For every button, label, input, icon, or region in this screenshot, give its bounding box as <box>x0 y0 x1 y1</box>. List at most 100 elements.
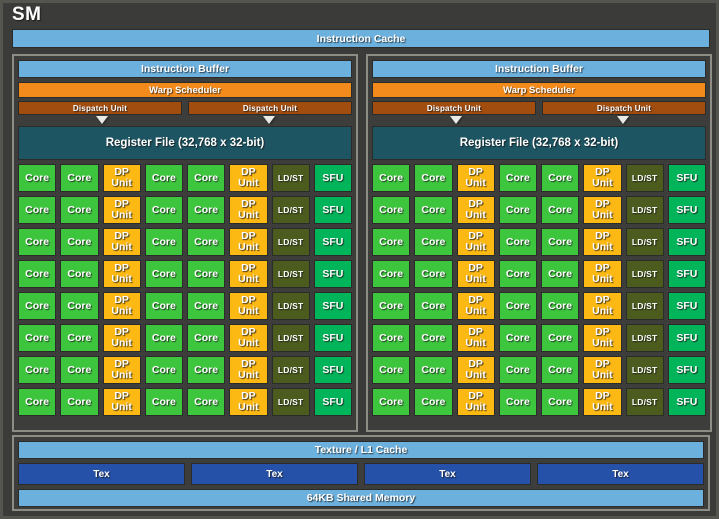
dp-unit-label-line2: Unit <box>465 210 485 221</box>
tex-unit-2: Tex <box>191 463 358 485</box>
core-unit: Core <box>499 260 537 288</box>
sm-title: SM <box>12 4 41 26</box>
dp-unit-label-line2: Unit <box>592 402 612 413</box>
ldst-unit: LD/ST <box>272 228 310 256</box>
core-unit: Core <box>499 324 537 352</box>
execution-unit-row: CoreCoreDPUnitCoreCoreDPUnitLD/STSFU <box>18 292 352 320</box>
dp-unit-label-line2: Unit <box>238 210 258 221</box>
core-unit: Core <box>18 260 56 288</box>
sfu-unit: SFU <box>668 228 706 256</box>
sfu-unit: SFU <box>668 196 706 224</box>
core-unit: Core <box>187 164 225 192</box>
texture-l1-cache-block: Texture / L1 Cache <box>18 441 704 459</box>
dp-unit: DPUnit <box>103 356 141 384</box>
core-unit: Core <box>18 388 56 416</box>
core-unit: Core <box>145 164 183 192</box>
dp-unit: DPUnit <box>583 292 621 320</box>
core-unit: Core <box>541 196 579 224</box>
dp-unit-label-line2: Unit <box>592 178 612 189</box>
execution-unit-row: CoreCoreDPUnitCoreCoreDPUnitLD/STSFU <box>372 228 706 256</box>
execution-unit-row: CoreCoreDPUnitCoreCoreDPUnitLD/STSFU <box>18 324 352 352</box>
dp-unit: DPUnit <box>583 356 621 384</box>
tex-unit-4: Tex <box>537 463 704 485</box>
arrow-down-icon <box>450 116 462 124</box>
dispatch-unit-row-right: Dispatch UnitDispatch Unit <box>372 101 706 115</box>
dp-unit: DPUnit <box>457 196 495 224</box>
core-unit: Core <box>18 356 56 384</box>
dp-unit: DPUnit <box>103 324 141 352</box>
ldst-unit: LD/ST <box>272 324 310 352</box>
sfu-unit: SFU <box>314 228 352 256</box>
execution-unit-row: CoreCoreDPUnitCoreCoreDPUnitLD/STSFU <box>372 388 706 416</box>
core-unit: Core <box>414 164 452 192</box>
ldst-unit: LD/ST <box>626 356 664 384</box>
dp-unit: DPUnit <box>457 228 495 256</box>
core-unit: Core <box>499 196 537 224</box>
core-unit: Core <box>145 292 183 320</box>
dp-unit-label-line2: Unit <box>592 210 612 221</box>
dp-unit: DPUnit <box>103 164 141 192</box>
ldst-unit: LD/ST <box>626 228 664 256</box>
arrow-cell-right-1 <box>372 116 539 126</box>
core-unit: Core <box>18 292 56 320</box>
execution-unit-row: CoreCoreDPUnitCoreCoreDPUnitLD/STSFU <box>18 260 352 288</box>
core-unit: Core <box>187 196 225 224</box>
warp-scheduler-left: Warp Scheduler <box>18 82 352 98</box>
sfu-unit: SFU <box>314 324 352 352</box>
dp-unit: DPUnit <box>229 228 267 256</box>
sfu-unit: SFU <box>668 164 706 192</box>
dp-unit-label-line2: Unit <box>465 242 485 253</box>
register-file-left: Register File (32,768 x 32-bit) <box>18 126 352 160</box>
core-unit: Core <box>60 388 98 416</box>
core-unit: Core <box>414 324 452 352</box>
warp-scheduler-right: Warp Scheduler <box>372 82 706 98</box>
instruction-cache-block: Instruction Cache <box>12 29 710 48</box>
ldst-unit: LD/ST <box>626 292 664 320</box>
dp-unit: DPUnit <box>229 324 267 352</box>
core-unit: Core <box>145 356 183 384</box>
dp-unit-label-line2: Unit <box>111 402 131 413</box>
sfu-unit: SFU <box>668 260 706 288</box>
core-unit: Core <box>414 292 452 320</box>
execution-unit-row: CoreCoreDPUnitCoreCoreDPUnitLD/STSFU <box>18 228 352 256</box>
ldst-unit: LD/ST <box>626 164 664 192</box>
dp-unit-label-line2: Unit <box>238 338 258 349</box>
dp-unit-label-line2: Unit <box>111 338 131 349</box>
core-unit: Core <box>60 356 98 384</box>
dp-unit-label-line2: Unit <box>111 306 131 317</box>
dp-unit-label-line2: Unit <box>238 402 258 413</box>
dp-unit-label-line2: Unit <box>465 306 485 317</box>
execution-unit-row: CoreCoreDPUnitCoreCoreDPUnitLD/STSFU <box>18 196 352 224</box>
memory-section: Texture / L1 Cache TexTexTexTex 64KB Sha… <box>12 435 710 511</box>
dp-unit-label-line2: Unit <box>592 338 612 349</box>
core-unit: Core <box>60 292 98 320</box>
core-unit: Core <box>372 228 410 256</box>
dp-unit-label-line2: Unit <box>111 274 131 285</box>
tex-unit-1: Tex <box>18 463 185 485</box>
dp-unit: DPUnit <box>583 324 621 352</box>
execution-unit-row: CoreCoreDPUnitCoreCoreDPUnitLD/STSFU <box>372 356 706 384</box>
dispatch-arrow-row-left <box>18 116 352 126</box>
sfu-unit: SFU <box>668 292 706 320</box>
processing-block-left: Instruction BufferWarp SchedulerDispatch… <box>12 54 358 432</box>
ldst-unit: LD/ST <box>272 292 310 320</box>
dp-unit-label-line2: Unit <box>238 306 258 317</box>
dp-unit: DPUnit <box>457 164 495 192</box>
core-unit: Core <box>187 388 225 416</box>
execution-unit-grid-right: CoreCoreDPUnitCoreCoreDPUnitLD/STSFUCore… <box>372 164 706 416</box>
arrow-down-icon <box>617 116 629 124</box>
sfu-unit: SFU <box>668 356 706 384</box>
dp-unit-label-line2: Unit <box>465 370 485 381</box>
ldst-unit: LD/ST <box>626 388 664 416</box>
ldst-unit: LD/ST <box>272 388 310 416</box>
dp-unit: DPUnit <box>229 356 267 384</box>
sfu-unit: SFU <box>314 292 352 320</box>
core-unit: Core <box>541 292 579 320</box>
dispatch-unit-left-1: Dispatch Unit <box>18 101 182 115</box>
dp-unit: DPUnit <box>583 196 621 224</box>
dp-unit: DPUnit <box>103 292 141 320</box>
core-unit: Core <box>372 292 410 320</box>
core-unit: Core <box>414 388 452 416</box>
core-unit: Core <box>145 260 183 288</box>
shared-memory-block: 64KB Shared Memory <box>18 489 704 507</box>
